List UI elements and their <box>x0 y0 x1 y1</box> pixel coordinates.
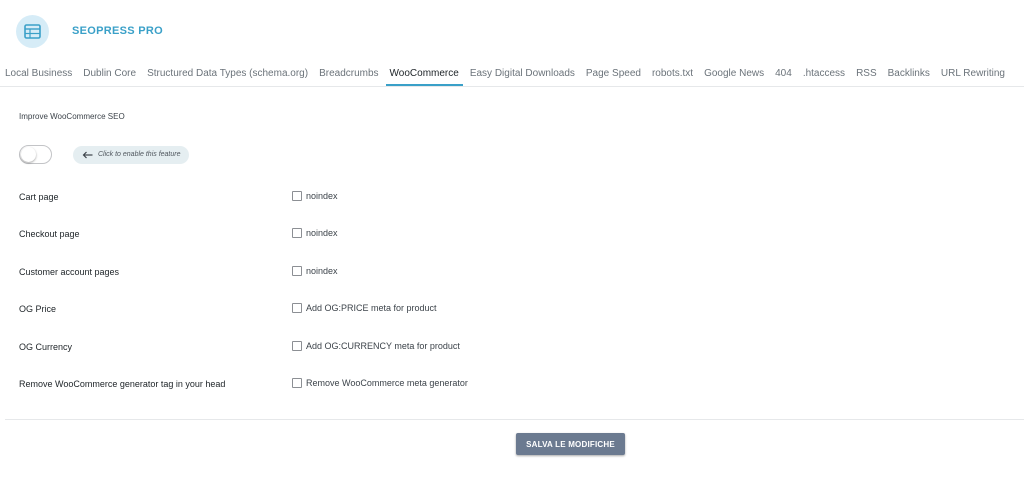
tab-breadcrumbs[interactable]: Breadcrumbs <box>319 62 378 86</box>
toggle-knob <box>21 147 36 162</box>
checkbox-label[interactable]: Add OG:PRICE meta for product <box>306 303 437 313</box>
checkbox-box[interactable] <box>292 341 302 351</box>
checkbox-label[interactable]: Add OG:CURRENCY meta for product <box>306 341 460 351</box>
settings-tabs: Local Business Dublin Core Structured Da… <box>0 62 1024 87</box>
tab-google-news[interactable]: Google News <box>704 62 764 86</box>
footer-divider <box>5 419 1024 420</box>
setting-remove-generator-tag: Remove WooCommerce generator tag in your… <box>19 377 619 393</box>
tab-woocommerce[interactable]: WooCommerce <box>385 62 463 86</box>
tab-backlinks[interactable]: Backlinks <box>888 62 930 86</box>
tab-url-rewriting[interactable]: URL Rewriting <box>941 62 1005 86</box>
checkbox-label[interactable]: noindex <box>306 266 338 276</box>
setting-checkout-page: Checkout page noindex <box>19 227 619 243</box>
checkout-noindex-checkbox[interactable]: noindex <box>292 228 338 238</box>
tab-local-business[interactable]: Local Business <box>5 62 72 86</box>
tab-404[interactable]: 404 <box>775 62 792 86</box>
tab-rss[interactable]: RSS <box>856 62 877 86</box>
customer-account-noindex-checkbox[interactable]: noindex <box>292 266 338 276</box>
checkbox-box[interactable] <box>292 266 302 276</box>
setting-cart-page: Cart page noindex <box>19 190 619 206</box>
remove-generator-checkbox[interactable]: Remove WooCommerce meta generator <box>292 378 468 388</box>
checkbox-label[interactable]: noindex <box>306 191 338 201</box>
tab-robots-txt[interactable]: robots.txt <box>652 62 693 86</box>
setting-customer-account-pages: Customer account pages noindex <box>19 265 619 281</box>
tab-dublin-core[interactable]: Dublin Core <box>83 62 136 86</box>
checkbox-box[interactable] <box>292 191 302 201</box>
checkbox-box[interactable] <box>292 228 302 238</box>
checkbox-label[interactable]: Remove WooCommerce meta generator <box>306 378 468 388</box>
setting-label: Cart page <box>19 192 59 202</box>
save-button[interactable]: SALVA LE MODIFICHE <box>516 433 625 455</box>
checkbox-label[interactable]: noindex <box>306 228 338 238</box>
arrow-left-icon <box>82 151 93 158</box>
setting-label: Checkout page <box>19 229 80 239</box>
tab-easy-digital-downloads[interactable]: Easy Digital Downloads <box>470 62 575 86</box>
feature-title: Improve WooCommerce SEO <box>19 112 125 121</box>
cart-noindex-checkbox[interactable]: noindex <box>292 191 338 201</box>
enable-hint: Click to enable this feature <box>73 145 189 164</box>
setting-label: OG Currency <box>19 342 73 352</box>
feature-toggle-row: Click to enable this feature <box>19 145 189 164</box>
app-header: SEOPRESS PRO <box>16 14 163 48</box>
og-price-checkbox[interactable]: Add OG:PRICE meta for product <box>292 303 437 313</box>
setting-label: Remove WooCommerce generator tag in your… <box>19 379 226 389</box>
checkbox-box[interactable] <box>292 378 302 388</box>
tab-htaccess[interactable]: .htaccess <box>803 62 845 86</box>
og-currency-checkbox[interactable]: Add OG:CURRENCY meta for product <box>292 341 460 351</box>
setting-label: Customer account pages <box>19 267 120 277</box>
table-list-icon <box>16 14 49 48</box>
tab-page-speed[interactable]: Page Speed <box>586 62 641 86</box>
tab-structured-data-types[interactable]: Structured Data Types (schema.org) <box>147 62 308 86</box>
app-title: SEOPRESS PRO <box>72 25 164 37</box>
setting-label: OG Price <box>19 304 57 314</box>
setting-og-currency: OG Currency Add OG:CURRENCY meta for pro… <box>19 340 619 356</box>
enable-feature-toggle[interactable] <box>19 145 52 164</box>
checkbox-box[interactable] <box>292 303 302 313</box>
setting-og-price: OG Price Add OG:PRICE meta for product <box>19 302 619 318</box>
enable-hint-text: Click to enable this feature <box>98 151 181 158</box>
